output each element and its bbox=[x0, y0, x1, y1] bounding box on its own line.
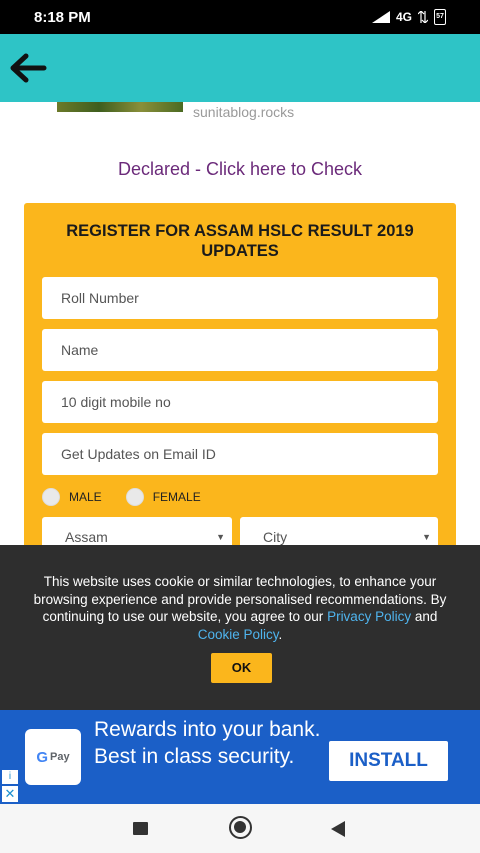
arrow-left-icon bbox=[10, 53, 47, 83]
cookie-banner: This website uses cookie or similar tech… bbox=[0, 545, 480, 710]
status-time: 8:18 PM bbox=[34, 9, 91, 26]
status-bar: 8:18 PM 4G 57 bbox=[0, 0, 480, 34]
roll-number-input[interactable]: Roll Number bbox=[42, 277, 438, 319]
status-icons: 4G 57 bbox=[371, 9, 446, 25]
male-radio[interactable] bbox=[42, 488, 60, 506]
ad-headline: Rewards into your bank. Best in class se… bbox=[94, 718, 321, 768]
register-form: REGISTER FOR ASSAM HSLC RESULT 2019 UPDA… bbox=[24, 203, 456, 545]
ad-info-icon[interactable]: i bbox=[2, 770, 18, 784]
privacy-policy-link[interactable]: Privacy Policy bbox=[327, 609, 411, 624]
app-bar bbox=[0, 34, 480, 102]
cookie-message: This website uses cookie or similar tech… bbox=[20, 573, 460, 643]
gpay-logo: G Pay bbox=[25, 729, 81, 785]
ok-button[interactable]: OK bbox=[211, 653, 272, 683]
ad-close-icon[interactable]: ✕ bbox=[2, 786, 18, 802]
back-triangle-icon[interactable] bbox=[331, 821, 345, 837]
gender-radio-group: MALE FEMALE bbox=[42, 488, 225, 506]
ad-banner[interactable]: G Pay Rewards into your bank. Best in cl… bbox=[0, 710, 480, 804]
article-source: sunitablog.rocks bbox=[193, 104, 295, 120]
recents-icon[interactable] bbox=[133, 822, 148, 835]
article-thumbnail[interactable] bbox=[57, 102, 183, 112]
form-title: REGISTER FOR ASSAM HSLC RESULT 2019 UPDA… bbox=[66, 222, 414, 260]
male-label[interactable]: MALE bbox=[69, 490, 102, 504]
data-arrows-icon bbox=[418, 11, 428, 23]
chevron-down-icon: ▼ bbox=[216, 532, 225, 542]
signal-icon bbox=[371, 11, 390, 23]
page-content: sunitablog.rocks Declared - Click here t… bbox=[0, 102, 480, 545]
female-label[interactable]: FEMALE bbox=[153, 490, 201, 504]
gpay-logo-pay: Pay bbox=[50, 751, 70, 763]
cookie-period: . bbox=[278, 626, 283, 642]
back-button[interactable] bbox=[6, 48, 50, 88]
state-select[interactable]: Assam ▼ bbox=[42, 517, 232, 545]
chevron-down-icon: ▼ bbox=[422, 532, 431, 542]
home-icon[interactable] bbox=[229, 816, 252, 839]
name-input[interactable]: Name bbox=[42, 329, 438, 371]
city-select[interactable]: City ▼ bbox=[240, 517, 438, 545]
cookie-and: and bbox=[411, 609, 438, 624]
install-button[interactable]: INSTALL bbox=[329, 741, 448, 781]
city-value: City bbox=[263, 529, 288, 545]
mobile-input[interactable]: 10 digit mobile no bbox=[42, 381, 438, 423]
cookie-policy-link[interactable]: Cookie Policy bbox=[198, 627, 279, 642]
network-label: 4G bbox=[395, 10, 412, 24]
state-value: Assam bbox=[65, 529, 108, 545]
email-input[interactable]: Get Updates on Email ID bbox=[42, 433, 438, 475]
battery-icon: 57 bbox=[434, 9, 446, 25]
gpay-logo-g: G bbox=[36, 748, 49, 766]
navigation-bar bbox=[0, 804, 480, 853]
female-radio[interactable] bbox=[125, 488, 144, 506]
declared-link[interactable]: Declared - Click here to Check bbox=[0, 159, 480, 180]
